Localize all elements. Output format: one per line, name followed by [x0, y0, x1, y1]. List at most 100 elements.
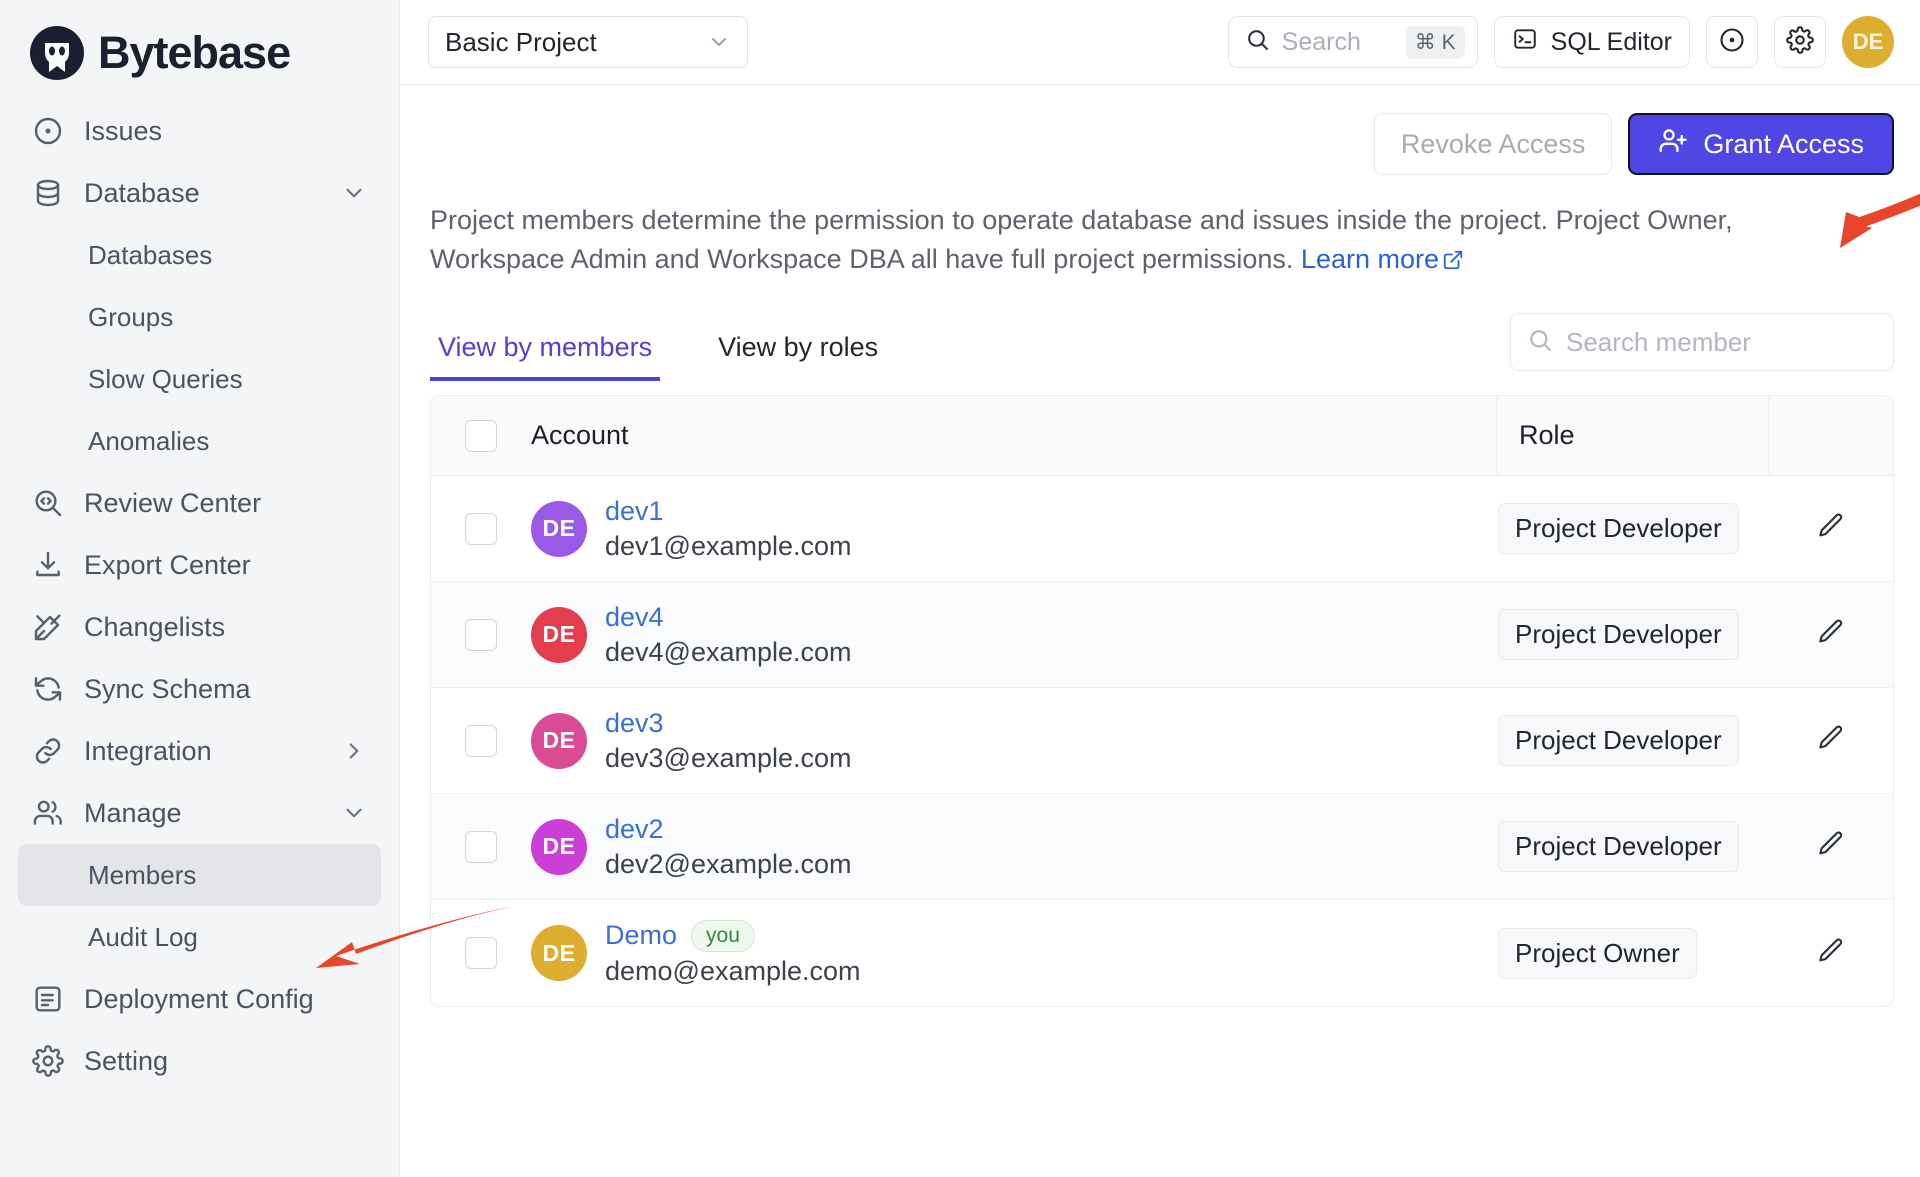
learn-more-link[interactable]: Learn more — [1301, 244, 1464, 274]
account-email: dev2@example.com — [605, 848, 852, 879]
sidebar-item-database[interactable]: Database — [18, 162, 381, 224]
grant-access-label: Grant Access — [1703, 128, 1864, 159]
project-selector[interactable]: Basic Project — [428, 16, 748, 68]
account-email: dev4@example.com — [605, 636, 852, 667]
view-tabs: View by members View by roles Search membe… — [430, 313, 1894, 382]
actions-cell — [1768, 723, 1893, 758]
settings-button[interactable] — [1774, 16, 1826, 68]
account-name-link[interactable]: dev3 — [605, 708, 664, 739]
pencil-icon[interactable] — [1816, 829, 1846, 864]
topbar: Basic Project Search ⌘ K SQL Editor DE — [400, 0, 1920, 85]
sidebar-item-setting[interactable]: Setting — [18, 1030, 381, 1092]
chevron-right-icon[interactable] — [341, 738, 367, 764]
select-all-cell — [431, 419, 531, 452]
sidebar-item-manage[interactable]: Manage — [18, 782, 381, 844]
row-checkbox[interactable] — [465, 937, 497, 970]
role-chip[interactable]: Project Owner — [1498, 927, 1697, 979]
actions-cell — [1768, 617, 1893, 652]
sidebar-item-members[interactable]: Members — [18, 844, 381, 906]
pencil-icon[interactable] — [1816, 617, 1846, 652]
brand-logo[interactable]: Bytebase — [0, 14, 399, 96]
pencil-icon[interactable] — [1816, 936, 1846, 971]
row-select-cell — [431, 618, 531, 651]
row-select-cell — [431, 512, 531, 545]
row-checkbox[interactable] — [465, 830, 497, 863]
circle-dot-icon — [1718, 26, 1746, 59]
sidebar-item-label: Anomalies — [88, 425, 210, 456]
table-body: DE dev1 dev1@example.com Project Developer D… — [431, 476, 1893, 1006]
sql-editor-label: SQL Editor — [1550, 27, 1672, 56]
circle-dot-icon — [32, 115, 64, 147]
external-link-icon — [1439, 244, 1464, 274]
chevron-down-icon[interactable] — [341, 180, 367, 206]
sidebar-item-changelists[interactable]: Changelists — [18, 596, 381, 658]
role-chip[interactable]: Project Developer — [1498, 715, 1739, 767]
select-all-checkbox[interactable] — [465, 419, 497, 452]
column-header-role: Role — [1496, 396, 1768, 476]
row-select-cell — [431, 830, 531, 863]
tab-view-by-members[interactable]: View by members — [430, 332, 661, 382]
role-cell: Project Owner — [1496, 927, 1768, 979]
account-text: dev4 dev4@example.com — [605, 602, 852, 668]
account-email: dev1@example.com — [605, 530, 852, 561]
sidebar-item-label: Databases — [88, 239, 213, 270]
role-chip[interactable]: Project Developer — [1498, 503, 1739, 555]
tab-view-by-roles[interactable]: View by roles — [710, 332, 886, 381]
search-input[interactable]: Search ⌘ K — [1227, 16, 1478, 68]
chevron-down-icon[interactable] — [341, 800, 367, 826]
sidebar-item-export-center[interactable]: Export Center — [18, 534, 381, 596]
avatar-initials: DE — [542, 621, 576, 648]
row-checkbox[interactable] — [465, 724, 497, 757]
role-cell: Project Developer — [1496, 821, 1768, 873]
sidebar-item-label: Review Center — [84, 487, 262, 518]
account-text: dev3 dev3@example.com — [605, 708, 852, 774]
role-cell: Project Developer — [1496, 503, 1768, 555]
sidebar-item-groups[interactable]: Groups — [18, 286, 381, 348]
revoke-access-button[interactable]: Revoke Access — [1373, 113, 1613, 175]
download-icon — [32, 549, 64, 581]
account-cell: DE Demo you demo@example.com — [531, 919, 1496, 987]
account-name-link[interactable]: dev1 — [605, 496, 664, 527]
table-row: DE dev1 dev1@example.com Project Developer — [431, 476, 1893, 583]
account-cell: DE dev4 dev4@example.com — [531, 602, 1496, 668]
user-avatar[interactable]: DE — [1842, 16, 1894, 68]
circle-dot-button[interactable] — [1706, 16, 1758, 68]
row-select-cell — [431, 937, 531, 970]
member-search-input[interactable]: Search member — [1510, 313, 1894, 372]
role-cell: Project Developer — [1496, 715, 1768, 767]
main-area: Basic Project Search ⌘ K SQL Editor DE R… — [400, 0, 1920, 1177]
link-icon — [32, 735, 64, 767]
avatar: DE — [531, 500, 587, 557]
sidebar-item-anomalies[interactable]: Anomalies — [18, 410, 381, 472]
sidebar-item-integration[interactable]: Integration — [18, 720, 381, 782]
sidebar-item-issues[interactable]: Issues — [18, 100, 381, 162]
action-buttons: Revoke Access Grant Access — [430, 85, 1894, 175]
pencil-icon[interactable] — [1816, 723, 1846, 758]
sidebar-item-label: Integration — [84, 735, 212, 766]
code-search-icon — [32, 487, 64, 519]
grant-access-button[interactable]: Grant Access — [1628, 113, 1894, 175]
sidebar-item-sync-schema[interactable]: Sync Schema — [18, 658, 381, 720]
row-checkbox[interactable] — [465, 618, 497, 651]
account-cell: DE dev1 dev1@example.com — [531, 496, 1496, 562]
actions-cell — [1768, 936, 1893, 971]
sidebar-item-audit-log[interactable]: Audit Log — [18, 906, 381, 968]
sidebar-item-databases[interactable]: Databases — [18, 224, 381, 286]
sidebar-item-review-center[interactable]: Review Center — [18, 472, 381, 534]
sidebar-item-deployment-config[interactable]: Deployment Config — [18, 968, 381, 1030]
pencil-icon[interactable] — [1816, 511, 1846, 546]
sidebar-item-slow-queries[interactable]: Slow Queries — [18, 348, 381, 410]
you-badge: you — [691, 919, 755, 952]
sidebar-nav: Issues Database Databases Groups Slow Querie… — [0, 96, 399, 1092]
search-icon — [1245, 27, 1270, 57]
avatar: DE — [531, 818, 587, 875]
account-name-link[interactable]: dev2 — [605, 814, 664, 845]
account-name-link[interactable]: Demo — [605, 920, 677, 951]
sidebar-item-label: Members — [88, 859, 197, 890]
sql-editor-button[interactable]: SQL Editor — [1493, 16, 1690, 68]
account-name-link[interactable]: dev4 — [605, 602, 664, 633]
row-checkbox[interactable] — [465, 512, 497, 545]
avatar-initials: DE — [542, 727, 576, 754]
role-chip[interactable]: Project Developer — [1498, 821, 1739, 873]
role-chip[interactable]: Project Developer — [1498, 609, 1739, 661]
